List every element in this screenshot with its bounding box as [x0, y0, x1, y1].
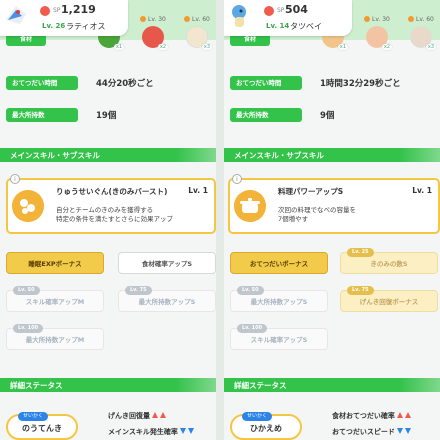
- pokemon-card[interactable]: SP 504 Lv. 14 タツベイ: [224, 0, 352, 36]
- subskill-level-tag: Lv. 75: [125, 286, 152, 295]
- down-arrow-icon: [396, 428, 403, 434]
- sp-label: SP: [277, 7, 285, 14]
- down-arrow-icon: [404, 428, 411, 434]
- ingredient-item: Lv. 60 x3: [408, 14, 436, 54]
- subskill-button[interactable]: Lv. 100 最大所持数アップM: [6, 324, 104, 350]
- sp-value: 1,219: [61, 3, 96, 16]
- sp-value: 504: [285, 3, 308, 16]
- ingredient-item: Lv. 30 x2: [364, 14, 392, 54]
- nature-badge[interactable]: せいかく ひかえめ: [230, 412, 302, 440]
- info-icon[interactable]: i: [10, 174, 20, 184]
- subskill-level-tag: Lv. 100: [13, 324, 44, 333]
- main-skill-card[interactable]: i 料理パワーアップS Lv. 1 次回の料理でなべの容量を 7個増やす: [228, 174, 440, 234]
- subskill-button[interactable]: Lv. 50 スキル確率アップM: [6, 286, 104, 312]
- ingredient-count: x1: [113, 44, 124, 50]
- skill-level: Lv. 1: [188, 186, 208, 195]
- nature-label: せいかく: [242, 412, 273, 421]
- stat-value: 44分20秒ごと: [96, 79, 154, 89]
- ingredient-level: Lv. 30: [364, 16, 390, 23]
- stat-max-carry: 最大所持数 9個: [230, 108, 434, 122]
- down-arrow-icon: [179, 428, 186, 434]
- ingredient-level: Lv. 60: [184, 16, 210, 23]
- subskill-button[interactable]: Lv. 25 きのみの数S: [340, 248, 438, 274]
- stat-value: 1時間32分29秒ごと: [320, 79, 401, 89]
- subskill-level-tag: Lv. 75: [347, 286, 374, 295]
- nature-name: のうてんき: [22, 424, 62, 433]
- latios-sprite: [6, 6, 26, 24]
- up-arrow-icon: [404, 412, 411, 418]
- pokemon-name: ラティオス: [66, 22, 106, 31]
- down-arrow-icon: [187, 428, 194, 434]
- column-divider: [216, 0, 224, 440]
- stat-max-carry: 最大所持数 19個: [6, 108, 210, 122]
- subskill-button[interactable]: Lv. 100 スキル確率アップS: [230, 324, 328, 350]
- up-arrow-icon: [160, 412, 166, 418]
- pokemon-card[interactable]: SP 1,219 Lv. 26 ラティオス: [0, 0, 128, 36]
- skill-level: Lv. 1: [412, 186, 432, 195]
- up-arrow-icon: [396, 412, 403, 418]
- stat-label: 最大所持数: [6, 108, 78, 122]
- ingredient-level: Lv. 60: [408, 16, 434, 23]
- detail-stat-down: メインスキル発生確率: [108, 427, 194, 437]
- pot-icon: [234, 190, 266, 222]
- ingredient-count: x2: [381, 44, 392, 50]
- detail-stat-down: おてつだいスピード: [332, 427, 411, 437]
- subskill-button[interactable]: Lv. 75 最大所持数アップS: [118, 286, 216, 312]
- ingredient-item: Lv. 60 x3: [184, 14, 212, 54]
- subskill-level-tag: Lv. 100: [237, 324, 268, 333]
- stat-value: 19個: [96, 111, 117, 121]
- ingredient-count: x3: [201, 44, 212, 50]
- subskill-button[interactable]: Lv. 50 最大所持数アップS: [230, 286, 328, 312]
- ingredient-item: Lv. 30 x2: [140, 14, 168, 54]
- detail-stat-up: 食材おてつだい確率: [332, 411, 411, 421]
- subskill-button[interactable]: Lv. 75 げんき回復ボーナス: [340, 286, 438, 312]
- right-pokemon-panel: x1 Lv. 30 x2 Lv. 60 x3 食材 SP 504 Lv. 14 …: [224, 0, 440, 440]
- section-header-detail: 詳細ステータス: [0, 378, 216, 392]
- ingredient-level: Lv. 30: [140, 16, 166, 23]
- left-pokemon-panel: x1 Lv. 30 x2 Lv. 60 x3 食材 SP 1,219 Lv. 2…: [0, 0, 216, 440]
- sp-icon: [264, 6, 274, 16]
- stat-label: おてつだい時間: [230, 76, 302, 90]
- section-header-skills: メインスキル・サブスキル: [224, 148, 440, 162]
- sp-label: SP: [53, 7, 61, 14]
- skill-description: 次回の料理でなべの容量を 7個増やす: [278, 206, 356, 223]
- stat-help-time: おてつだい時間 44分20秒ごと: [6, 76, 210, 90]
- berry-burst-icon: [12, 190, 44, 222]
- section-header-detail: 詳細ステータス: [224, 378, 440, 392]
- skill-description: 自分とチームのきのみを獲得する 特定の条件を満たすとさらに効果アップ: [56, 206, 173, 223]
- main-skill-card[interactable]: i りゅうせいぐん(きのみバースト) Lv. 1 自分とチームのきのみを獲得する…: [6, 174, 216, 234]
- stat-label: 最大所持数: [230, 108, 302, 122]
- pokemon-level: Lv. 14: [266, 22, 290, 30]
- nature-badge[interactable]: せいかく のうてんき: [6, 412, 78, 440]
- subskill-level-tag: Lv. 50: [237, 286, 264, 295]
- subskill-button[interactable]: 睡眠EXPボーナス: [6, 252, 104, 274]
- section-header-skills: メインスキル・サブスキル: [0, 148, 216, 162]
- nature-label: せいかく: [18, 412, 49, 421]
- subskill-level-tag: Lv. 25: [347, 248, 374, 257]
- subskill-button[interactable]: おてつだいボーナス: [230, 252, 328, 274]
- ingredient-count: x1: [337, 44, 348, 50]
- skill-name: りゅうせいぐん(きのみバースト): [56, 187, 168, 196]
- ingredient-count: x2: [157, 44, 168, 50]
- stat-label: おてつだい時間: [6, 76, 78, 90]
- stat-value: 9個: [320, 111, 335, 121]
- up-arrow-icon: [152, 412, 158, 418]
- subskill-level-tag: Lv. 50: [13, 286, 40, 295]
- sp-icon: [40, 6, 50, 16]
- pokemon-name: タツベイ: [290, 22, 322, 31]
- pokemon-level: Lv. 26: [42, 22, 66, 30]
- subskill-button[interactable]: 食材確率アップS: [118, 252, 216, 274]
- skill-name: 料理パワーアップS: [278, 187, 344, 196]
- detail-stat-up: げんき回復量: [108, 411, 166, 421]
- stat-help-time: おてつだい時間 1時間32分29秒ごと: [230, 76, 434, 90]
- ingredient-count: x3: [425, 44, 436, 50]
- nature-name: ひかえめ: [250, 424, 282, 433]
- info-icon[interactable]: i: [232, 174, 242, 184]
- bagon-sprite: [232, 5, 246, 27]
